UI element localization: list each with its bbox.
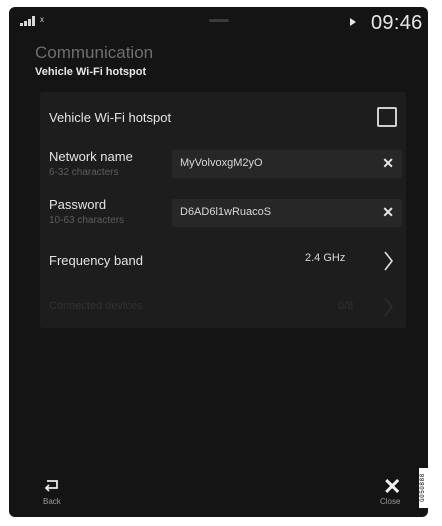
settings-panel: Vehicle Wi-Fi hotspot Network name 6-32 …: [40, 92, 406, 328]
app-title: Communication: [35, 43, 154, 62]
back-button[interactable]: Back: [38, 477, 78, 513]
password-hint: 10-63 characters: [49, 215, 125, 226]
clear-network-name-icon[interactable]: ✕: [382, 155, 394, 172]
disabled-setting-label: Connected devices: [49, 300, 143, 312]
infotainment-screen: x 09:46 Communication Vehicle Wi-Fi hots…: [9, 7, 428, 517]
password-label: Password: [49, 197, 107, 212]
page-title: Vehicle Wi-Fi hotspot: [35, 66, 147, 78]
network-indicator: x: [40, 15, 44, 24]
frequency-band-value: 2.4 GHz: [305, 252, 346, 264]
hotspot-checkbox[interactable]: [377, 107, 397, 127]
top-drag-handle[interactable]: [209, 19, 229, 22]
chevron-right-icon[interactable]: [383, 249, 394, 273]
frequency-band-label: Frequency band: [49, 253, 143, 268]
network-name-label: Network name: [49, 149, 133, 164]
network-name-value: MyVolvoxgM2yO: [180, 157, 263, 169]
back-label: Back: [43, 497, 61, 506]
close-button[interactable]: ✕ Close: [377, 474, 413, 513]
password-row: Password 10-63 characters D6AD6l1wRuacoS…: [40, 190, 406, 234]
frequency-band-row[interactable]: Frequency band 2.4 GHz: [40, 243, 406, 279]
disabled-chevron-right-icon: [384, 297, 394, 317]
disabled-setting-value: 0/8: [338, 300, 354, 312]
disabled-setting-row: Connected devices 0/8: [40, 292, 406, 322]
back-arrow-icon: [44, 480, 58, 492]
network-name-field[interactable]: MyVolvoxgM2yO ✕: [172, 150, 402, 178]
clock: 09:46: [371, 12, 423, 34]
hotspot-toggle-row[interactable]: Vehicle Wi-Fi hotspot: [40, 97, 406, 137]
password-value: D6AD6l1wRuacoS: [180, 206, 272, 218]
password-field[interactable]: D6AD6l1wRuacoS ✕: [172, 199, 402, 227]
signal-strength-icon: [20, 16, 40, 26]
clear-password-icon[interactable]: ✕: [382, 204, 394, 221]
reference-code: G050888: [419, 468, 429, 508]
network-name-row: Network name 6-32 characters MyVolvoxgM2…: [40, 140, 406, 184]
hotspot-toggle-label: Vehicle Wi-Fi hotspot: [49, 110, 172, 125]
status-bar: x 09:46: [9, 7, 428, 37]
media-playing-icon: [350, 18, 356, 26]
network-name-hint: 6-32 characters: [49, 167, 119, 178]
close-label: Close: [380, 497, 401, 506]
